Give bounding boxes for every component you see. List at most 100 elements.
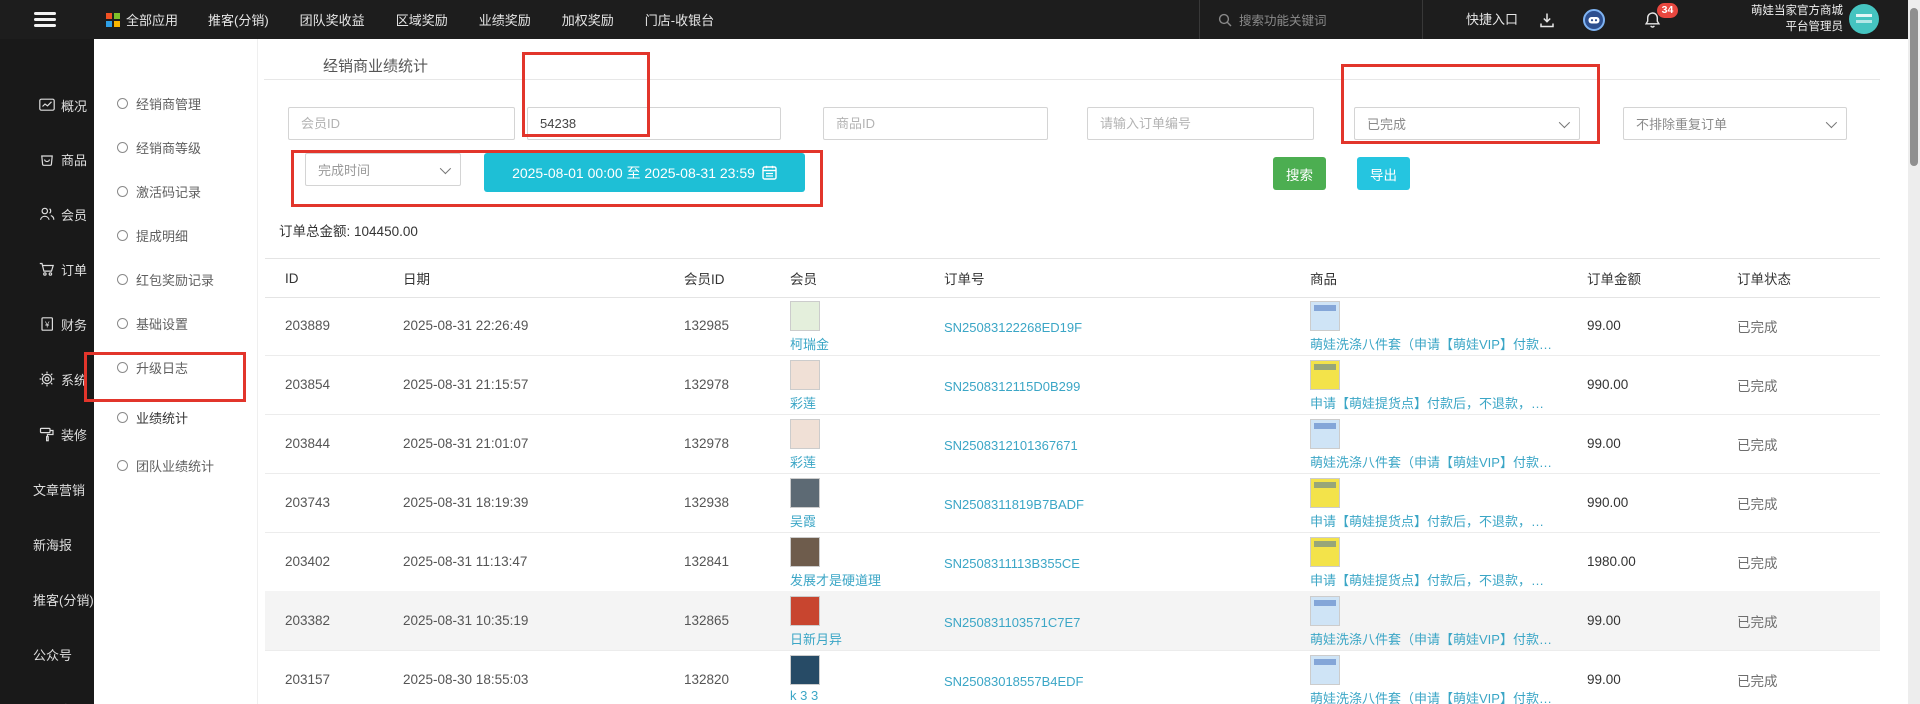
submenu-item-dealer-level[interactable]: 经销商等级 xyxy=(94,134,257,160)
avatar[interactable] xyxy=(1849,4,1879,34)
download-icon[interactable] xyxy=(1538,0,1556,39)
role-name: 平台管理员 xyxy=(1690,19,1843,35)
member-name-link[interactable]: 吴霞 xyxy=(790,511,816,530)
topbar-menu-region-reward[interactable]: 区域奖励 xyxy=(396,10,448,29)
product-thumbnail xyxy=(1310,478,1340,508)
menu-toggle-icon[interactable] xyxy=(34,12,56,28)
product-link[interactable]: 萌娃洗涤八件套（申请【萌娃VIP】付款… xyxy=(1310,452,1552,471)
sidebar-item-decorate[interactable]: 装修 xyxy=(0,420,94,448)
dedupe-select[interactable]: 不排除重复订单 xyxy=(1623,107,1847,140)
submenu-item-commission-detail[interactable]: 提成明细 xyxy=(94,222,257,248)
topbar-menu: 推客(分销) 团队奖收益 区域奖励 业绩奖励 加权奖励 门店-收银台 xyxy=(208,0,714,39)
bullet-icon xyxy=(117,98,128,109)
status-label: 已完成 xyxy=(1717,375,1880,395)
order-no-link[interactable]: SN250831103571C7E7 xyxy=(944,615,1080,630)
scrollbar-thumb[interactable] xyxy=(1910,8,1918,166)
member-avatar xyxy=(790,360,820,390)
sidebar-item-orders[interactable]: 订单 xyxy=(0,255,94,283)
sidebar-item-members[interactable]: 会员 xyxy=(0,200,94,228)
topbar-menu-performance-reward[interactable]: 业绩奖励 xyxy=(479,10,531,29)
calendar-icon xyxy=(762,165,777,180)
chevron-down-icon xyxy=(1826,117,1837,128)
submenu-item-activation-codes[interactable]: 激活码记录 xyxy=(94,178,257,204)
main-sidebar: 概况 商品 会员 订单 xyxy=(0,39,94,704)
page-title: 经销商业绩统计 xyxy=(323,55,428,76)
member-name-link[interactable]: 彩莲 xyxy=(790,452,816,471)
member-name-link[interactable]: 发展才是硬道理 xyxy=(790,570,881,589)
member-avatar xyxy=(790,478,820,508)
order-no-link[interactable]: SN2508312101367671 xyxy=(944,438,1078,453)
sidebar-item-new-poster[interactable]: 新海报 xyxy=(0,530,94,558)
chevron-down-icon xyxy=(440,163,451,174)
admin-app: 全部应用 推客(分销) 团队奖收益 区域奖励 业绩奖励 加权奖励 门店-收银台 … xyxy=(0,0,1920,704)
sidebar-item-goods[interactable]: 商品 xyxy=(0,145,94,173)
search-placeholder: 搜索功能关键词 xyxy=(1239,10,1327,29)
date-range-button[interactable]: 2025-08-01 00:00 至 2025-08-31 23:59 xyxy=(484,153,805,192)
table-row: 203854 2025-08-31 21:15:57 132978 彩莲 SN2… xyxy=(265,355,1880,415)
table-row: 203743 2025-08-31 18:19:39 132938 吴霞 SN2… xyxy=(265,473,1880,533)
product-link[interactable]: 申请【萌娃提货点】付款后，不退款，… xyxy=(1310,570,1544,589)
member-id-filled-input[interactable] xyxy=(527,107,781,140)
product-link[interactable]: 萌娃洗涤八件套（申请【萌娃VIP】付款… xyxy=(1310,334,1552,353)
bullet-icon xyxy=(117,230,128,241)
export-button[interactable]: 导出 xyxy=(1357,157,1410,190)
order-status-select[interactable]: 已完成 xyxy=(1354,107,1580,140)
topbar-menu-weighted-reward[interactable]: 加权奖励 xyxy=(562,10,614,29)
bullet-icon xyxy=(117,142,128,153)
product-thumbnail xyxy=(1310,301,1340,331)
bullet-icon xyxy=(117,274,128,285)
quick-entry-link[interactable]: 快捷入口 xyxy=(1466,0,1518,39)
finance-icon: ¥ xyxy=(38,315,56,333)
sidebar-item-official-account[interactable]: 公众号 xyxy=(0,640,94,668)
submenu-item-performance-stats[interactable]: 业绩统计 xyxy=(94,404,257,430)
sidebar-item-overview[interactable]: 概况 xyxy=(0,91,94,119)
submenu-item-upgrade-log[interactable]: 升级日志 xyxy=(94,354,257,380)
sidebar-item-mini-program[interactable]: 小程序 xyxy=(0,695,94,704)
status-label: 已完成 xyxy=(1717,611,1880,631)
product-link[interactable]: 申请【萌娃提货点】付款后，不退款，… xyxy=(1310,393,1544,412)
member-id-input[interactable] xyxy=(288,107,515,140)
goods-id-input[interactable] xyxy=(823,107,1048,140)
time-type-select[interactable]: 完成时间 xyxy=(305,153,461,186)
table-row: 203157 2025-08-30 18:55:03 132820 k 3 3 … xyxy=(265,650,1880,704)
gear-icon xyxy=(38,370,56,388)
topbar-menu-distribution[interactable]: 推客(分销) xyxy=(208,10,269,29)
search-icon xyxy=(1218,13,1232,27)
order-no-link[interactable]: SN25083122268ED19F xyxy=(944,320,1082,335)
submenu-item-dealer-management[interactable]: 经销商管理 xyxy=(94,90,257,116)
global-search-input[interactable]: 搜索功能关键词 xyxy=(1199,0,1423,39)
all-apps-button[interactable]: 全部应用 xyxy=(106,0,178,39)
topbar: 全部应用 推客(分销) 团队奖收益 区域奖励 业绩奖励 加权奖励 门店-收银台 … xyxy=(0,0,1920,39)
topbar-menu-store-cashier[interactable]: 门店-收银台 xyxy=(645,10,714,29)
product-link[interactable]: 萌娃洗涤八件套（申请【萌娃VIP】付款… xyxy=(1310,629,1552,648)
bullet-icon xyxy=(117,318,128,329)
status-label: 已完成 xyxy=(1717,552,1880,572)
submenu-item-team-performance-stats[interactable]: 团队业绩统计 xyxy=(94,452,257,478)
search-button[interactable]: 搜索 xyxy=(1273,157,1326,190)
account-info[interactable]: 萌娃当家官方商城 平台管理员 xyxy=(1690,3,1843,35)
member-name-link[interactable]: 彩莲 xyxy=(790,393,816,412)
submenu-item-redpacket-records[interactable]: 红包奖励记录 xyxy=(94,266,257,292)
member-name-link[interactable]: 日新月异 xyxy=(790,629,842,648)
order-no-link[interactable]: SN2508311113B355CE xyxy=(944,556,1080,571)
dashboard-icon xyxy=(38,96,56,114)
order-no-link[interactable]: SN2508311819B7BADF xyxy=(944,497,1084,512)
product-link[interactable]: 萌娃洗涤八件套（申请【萌娃VIP】付款… xyxy=(1310,688,1552,704)
order-no-input[interactable] xyxy=(1087,107,1314,140)
sidebar-item-system[interactable]: 系统 xyxy=(0,365,94,393)
submenu-item-basic-settings[interactable]: 基础设置 xyxy=(94,310,257,336)
members-icon xyxy=(38,205,56,223)
product-link[interactable]: 申请【萌娃提货点】付款后，不退款，… xyxy=(1310,511,1544,530)
member-name-link[interactable]: 柯瑞金 xyxy=(790,334,829,353)
table-row: 203402 2025-08-31 11:13:47 132841 发展才是硬道… xyxy=(265,532,1880,592)
sidebar-item-article-marketing[interactable]: 文章营销 xyxy=(0,475,94,503)
topbar-menu-team-reward[interactable]: 团队奖收益 xyxy=(300,10,365,29)
sidebar-item-distribution[interactable]: 推客(分销) xyxy=(0,585,94,613)
bullet-icon xyxy=(117,412,128,423)
member-name-link[interactable]: k 3 3 xyxy=(790,688,818,703)
member-avatar xyxy=(790,301,820,331)
order-no-link[interactable]: SN2508312115D0B299 xyxy=(944,379,1080,394)
order-no-link[interactable]: SN25083018557B4EDF xyxy=(944,674,1084,689)
assistant-robot-icon[interactable] xyxy=(1582,0,1606,39)
sidebar-item-finance[interactable]: ¥ 财务 xyxy=(0,310,94,338)
